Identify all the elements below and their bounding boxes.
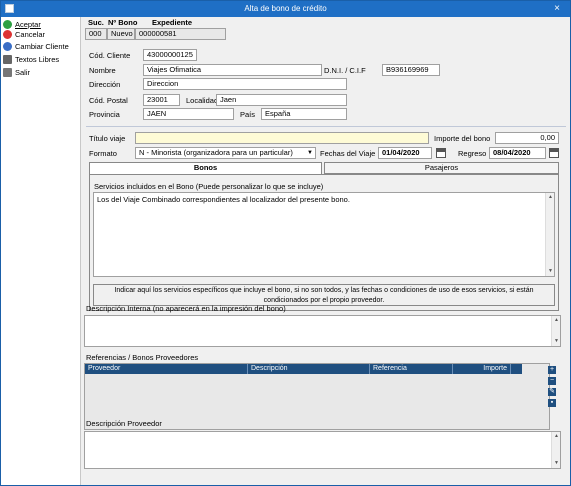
- titulo-viaje-input[interactable]: [135, 132, 429, 144]
- tab-pasajeros[interactable]: Pasajeros: [324, 162, 559, 174]
- col-descripcion[interactable]: Descripción: [248, 364, 370, 374]
- scroll-down-icon[interactable]: ▼: [547, 268, 554, 275]
- delete-icon[interactable]: ▪: [548, 399, 556, 407]
- keyboard-icon: [3, 54, 12, 64]
- nombre-label: Nombre: [89, 66, 116, 75]
- sidebar-item-salir[interactable]: Salir: [3, 66, 79, 78]
- exit-icon: [3, 67, 12, 77]
- sidebar-item-label: Cancelar: [15, 29, 46, 39]
- col-importe[interactable]: Importe: [453, 364, 511, 374]
- pais-field[interactable]: España: [261, 108, 347, 120]
- close-button[interactable]: ×: [550, 1, 564, 17]
- grid-header: Proveedor Descripción Referencia Importe: [85, 364, 522, 374]
- app-icon: [5, 4, 14, 13]
- sidebar-item-textos-libres[interactable]: Textos Libres: [3, 53, 79, 65]
- add-icon[interactable]: +: [548, 366, 556, 374]
- scroll-up-icon[interactable]: ▲: [553, 433, 560, 440]
- title-bar: Alta de bono de crédito ×: [1, 1, 570, 17]
- servicios-label: Servicios incluidos en el Bono (Puede pe…: [94, 182, 324, 191]
- sidebar-item-label: Salir: [15, 67, 31, 77]
- main-form: Suc. Nº Bono Expediente 000 Nuevo 000000…: [82, 17, 570, 485]
- expediente-field: 000000581: [135, 28, 226, 40]
- desc-interna-label: Descripción Interna (no aparecerá en la …: [86, 304, 286, 313]
- importe-label: Importe del bono: [434, 134, 491, 143]
- referencias-label: Referencias / Bonos Proveedores: [86, 353, 199, 362]
- calendar-icon[interactable]: [549, 148, 559, 158]
- edit-icon[interactable]: ✎: [548, 388, 556, 396]
- cod-cliente-label: Cód. Cliente: [89, 51, 131, 60]
- localidad-field[interactable]: Jaen: [216, 94, 347, 106]
- bono-field: Nuevo: [107, 28, 135, 40]
- desc-interna-textarea[interactable]: ▲ ▼: [84, 315, 561, 347]
- bonos-panel: Servicios incluidos en el Bono (Puede pe…: [89, 174, 559, 311]
- servicios-note: Indicar aquí los servicios específicos q…: [93, 284, 555, 306]
- cod-postal-label: Cód. Postal: [89, 96, 128, 105]
- window-title: Alta de bono de crédito: [244, 4, 327, 13]
- nombre-field[interactable]: Viajes Ofimatica: [143, 64, 322, 76]
- dni-label: D.N.I. / C.I.F: [324, 66, 366, 75]
- servicios-textarea[interactable]: Los del Viaje Combinado correspondientes…: [93, 192, 555, 277]
- suc-label: Suc.: [88, 18, 104, 27]
- dialog-window: Alta de bono de crédito × Aceptar Cancel…: [0, 0, 571, 486]
- servicios-text: Los del Viaje Combinado correspondientes…: [97, 195, 350, 204]
- note-line-1: Indicar aquí los servicios específicos q…: [114, 287, 534, 294]
- expediente-label: Expediente: [152, 18, 193, 27]
- tab-bonos[interactable]: Bonos: [89, 162, 322, 174]
- scrollbar[interactable]: ▲ ▼: [551, 432, 560, 468]
- scroll-up-icon[interactable]: ▲: [547, 194, 554, 201]
- formato-select[interactable]: N - Minorista (organizadora para un part…: [135, 147, 316, 159]
- sidebar-item-cambiar-cliente[interactable]: Cambiar Cliente: [3, 40, 79, 52]
- remove-icon[interactable]: −: [548, 377, 556, 385]
- scrollbar[interactable]: ▲ ▼: [545, 193, 554, 276]
- chevron-down-icon: ▼: [307, 150, 313, 156]
- col-proveedor[interactable]: Proveedor: [85, 364, 248, 374]
- sidebar-item-label: Cambiar Cliente: [15, 41, 69, 51]
- localidad-label: Localidad: [186, 96, 219, 105]
- formato-label: Formato: [89, 149, 117, 158]
- fechas-label: Fechas del Viaje: [320, 149, 376, 158]
- calendar-icon[interactable]: [436, 148, 446, 158]
- dni-field[interactable]: B936169969: [382, 64, 440, 76]
- importe-field[interactable]: 0,00: [495, 132, 559, 144]
- formato-selected: N - Minorista (organizadora para un part…: [139, 148, 293, 157]
- cancel-icon: [3, 29, 12, 39]
- titulo-viaje-label: Título viaje: [89, 134, 126, 143]
- users-icon: [3, 41, 12, 51]
- scrollbar[interactable]: ▲ ▼: [551, 316, 560, 346]
- sidebar-item-cancelar[interactable]: Cancelar: [3, 28, 79, 40]
- scroll-down-icon[interactable]: ▼: [553, 460, 560, 467]
- direccion-field[interactable]: Direccion: [143, 78, 347, 90]
- scroll-down-icon[interactable]: ▼: [553, 338, 560, 345]
- col-referencia[interactable]: Referencia: [370, 364, 453, 374]
- provincia-label: Provincia: [89, 110, 120, 119]
- provincia-field[interactable]: JAEN: [143, 108, 234, 120]
- regreso-label: Regreso: [458, 149, 487, 158]
- cod-cliente-field[interactable]: 43000000125: [143, 49, 197, 61]
- sidebar: Aceptar Cancelar Cambiar Cliente Textos …: [1, 17, 81, 485]
- pais-label: País: [240, 110, 256, 119]
- scroll-up-icon[interactable]: ▲: [553, 317, 560, 324]
- bono-label: Nº Bono: [108, 18, 138, 27]
- divider: [86, 126, 566, 127]
- direccion-label: Dirección: [89, 80, 121, 89]
- sidebar-item-label: Textos Libres: [15, 54, 60, 64]
- desc-proveedor-label: Descripción Proveedor: [86, 419, 162, 428]
- cod-postal-field[interactable]: 23001: [143, 94, 180, 106]
- fecha-regreso-field[interactable]: 08/04/2020: [489, 147, 546, 159]
- fecha-ida-field[interactable]: 01/04/2020: [378, 147, 432, 159]
- desc-proveedor-textarea[interactable]: ▲ ▼: [84, 431, 561, 469]
- suc-field: 000: [85, 28, 107, 40]
